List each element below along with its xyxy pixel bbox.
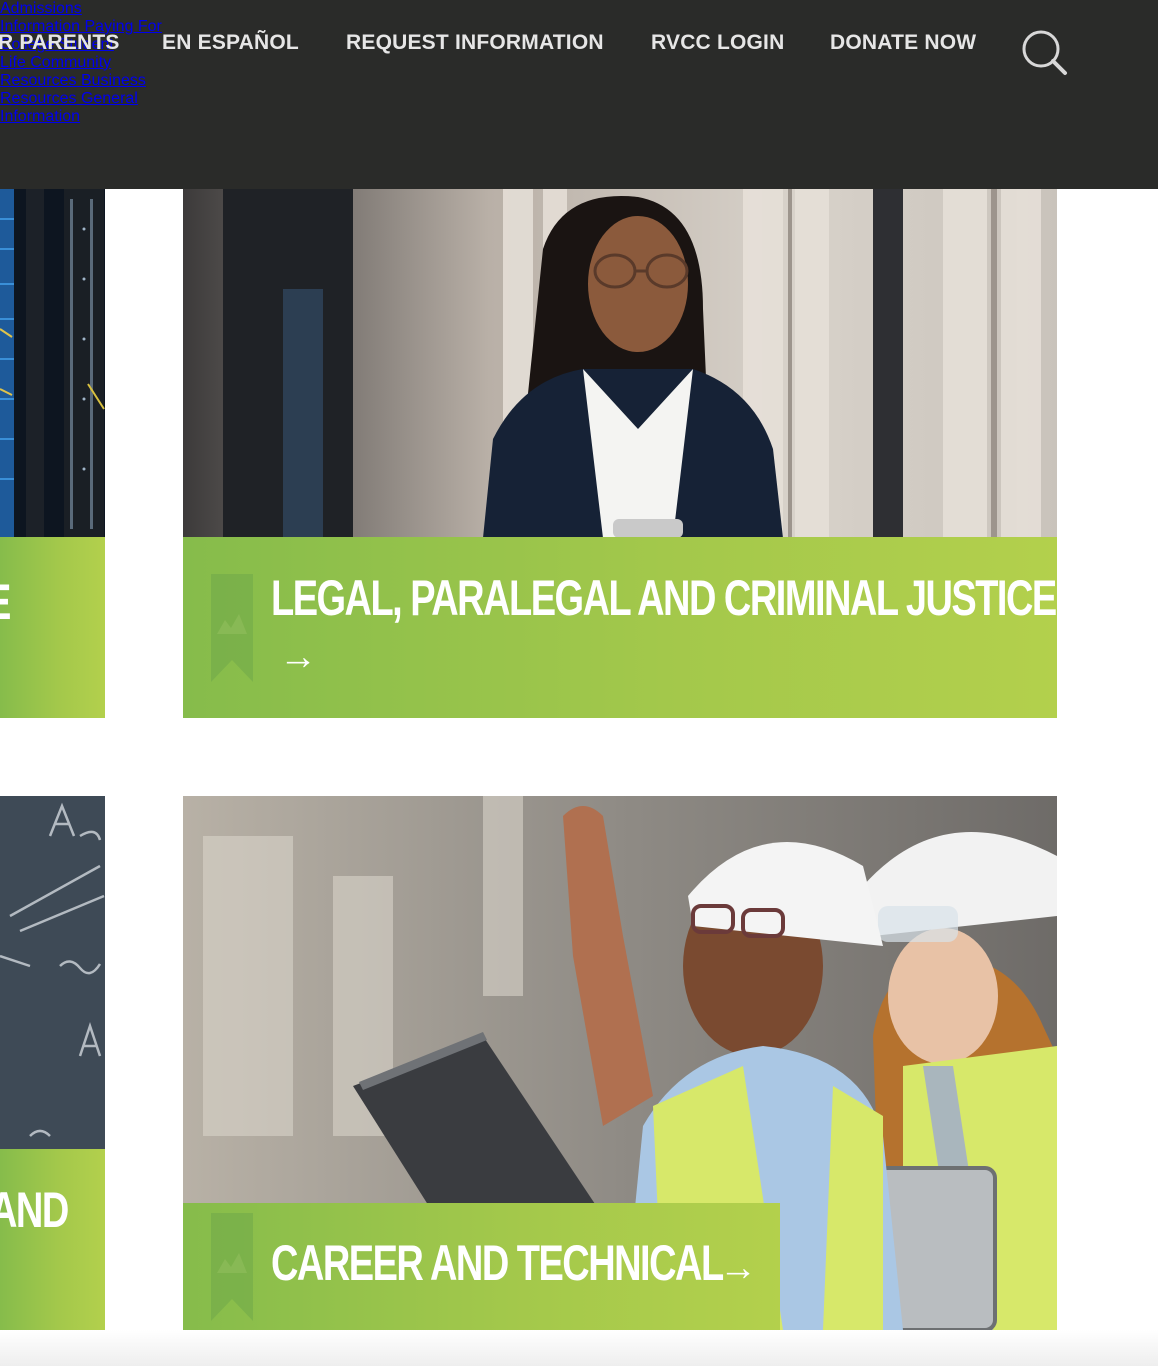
legal-card-arrow-icon: → (279, 636, 317, 678)
utility-link-request-information[interactable]: REQUEST INFORMATION (346, 31, 604, 55)
career-card-arrow-icon: → (719, 1247, 757, 1289)
nav-admissions-information[interactable]: Admissions Information (0, 0, 85, 35)
legal-card-banner[interactable]: LEGAL, PARALEGAL AND CRIMINAL JUSTICE → (183, 537, 1057, 718)
search-icon (1022, 30, 1067, 75)
utility-link-donate-now[interactable]: DONATE NOW (830, 31, 976, 55)
legal-card-image[interactable] (183, 189, 1057, 538)
bookmark-ribbon-icon (211, 1213, 253, 1321)
left-top-card-banner[interactable]: E (0, 537, 105, 718)
utility-link-rvcc-login[interactable]: RVCC LOGIN (651, 31, 784, 55)
utility-link-espanol[interactable]: EN ESPAÑOL (162, 31, 299, 55)
legal-card-title: LEGAL, PARALEGAL AND CRIMINAL JUSTICE (271, 570, 1057, 626)
career-card-banner[interactable]: CAREER AND TECHNICAL → (183, 1203, 780, 1330)
site-header: R PARENTS EN ESPAÑOL REQUEST INFORMATION… (0, 0, 1158, 189)
left-top-card-image[interactable] (0, 189, 105, 538)
left-bottom-card-image[interactable] (0, 796, 105, 1150)
utility-link-parents[interactable]: R PARENTS (0, 31, 120, 55)
page-bottom-edge (0, 1330, 1158, 1366)
utility-nav: R PARENTS EN ESPAÑOL REQUEST INFORMATION… (0, 31, 1158, 59)
left-bottom-card-title: AND (0, 1182, 69, 1238)
search-button[interactable] (1020, 28, 1068, 76)
main-nav: Admissions Information Paying For Colleg… (0, 0, 1158, 126)
career-card-title: CAREER AND TECHNICAL (271, 1235, 724, 1291)
left-bottom-card-banner[interactable]: AND (0, 1149, 105, 1330)
left-top-card-title: E (0, 573, 11, 631)
bookmark-ribbon-icon (211, 574, 253, 682)
